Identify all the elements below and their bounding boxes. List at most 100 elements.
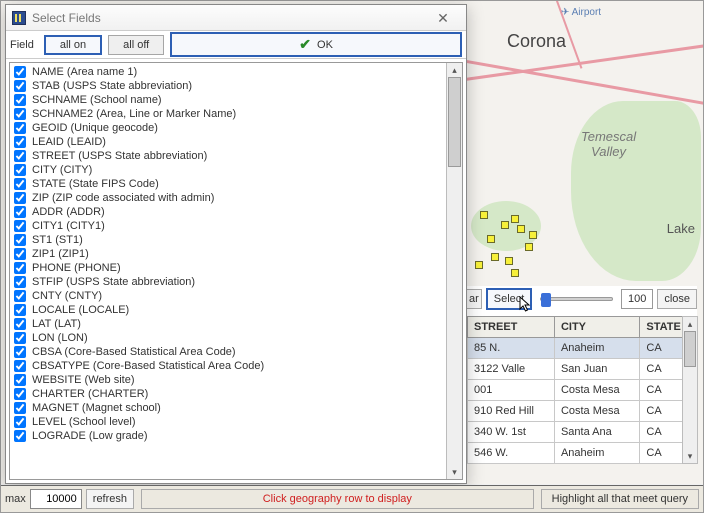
field-checkbox[interactable] <box>14 248 26 260</box>
field-checkbox[interactable] <box>14 346 26 358</box>
table-row[interactable]: 001Costa MesaCA <box>468 380 697 401</box>
table-row[interactable]: 910 Red HillCosta MesaCA <box>468 401 697 422</box>
field-row[interactable]: WEBSITE (Web site) <box>14 373 442 387</box>
scroll-down-icon[interactable]: ▾ <box>683 449 697 463</box>
slider-thumb[interactable] <box>541 293 551 307</box>
field-checkbox[interactable] <box>14 304 26 316</box>
field-checkbox[interactable] <box>14 122 26 134</box>
all-off-button[interactable]: all off <box>108 35 164 55</box>
field-checkbox[interactable] <box>14 374 26 386</box>
field-checkbox[interactable] <box>14 108 26 120</box>
field-list-scrollbar[interactable]: ▴ ▾ <box>446 63 462 479</box>
map-marker[interactable] <box>487 235 495 243</box>
map-marker[interactable] <box>511 215 519 223</box>
ok-button[interactable]: ✔ OK <box>170 32 462 57</box>
field-checkbox[interactable] <box>14 192 26 204</box>
field-row[interactable]: ZIP (ZIP code associated with admin) <box>14 191 442 205</box>
field-row[interactable]: STREET (USPS State abbreviation) <box>14 149 442 163</box>
field-row[interactable]: LEAID (LEAID) <box>14 135 442 149</box>
map-marker[interactable] <box>501 221 509 229</box>
field-row[interactable]: ZIP1 (ZIP1) <box>14 247 442 261</box>
field-row[interactable]: LOCALE (LOCALE) <box>14 303 442 317</box>
field-row[interactable]: CITY (CITY) <box>14 163 442 177</box>
field-row[interactable]: ADDR (ADDR) <box>14 205 442 219</box>
data-panel-controls: ar Select 100 close <box>467 286 697 316</box>
map-marker[interactable] <box>525 243 533 251</box>
map-marker[interactable] <box>511 269 519 277</box>
close-panel-button[interactable]: close <box>657 289 697 309</box>
table-cell: 3122 Valle <box>468 359 555 380</box>
field-row[interactable]: ST1 (ST1) <box>14 233 442 247</box>
scroll-thumb[interactable] <box>448 77 461 167</box>
dialog-titlebar[interactable]: Select Fields ✕ <box>6 5 466 31</box>
field-row[interactable]: MAGNET (Magnet school) <box>14 401 442 415</box>
field-row[interactable]: GEOID (Unique geocode) <box>14 121 442 135</box>
map-marker[interactable] <box>505 257 513 265</box>
all-on-button[interactable]: all on <box>44 35 102 55</box>
map-marker[interactable] <box>517 225 525 233</box>
field-row[interactable]: CBSA (Core-Based Statistical Area Code) <box>14 345 442 359</box>
field-row[interactable]: SCHNAME (School name) <box>14 93 442 107</box>
field-row[interactable]: SCHNAME2 (Area, Line or Marker Name) <box>14 107 442 121</box>
field-checkbox[interactable] <box>14 80 26 92</box>
field-list-inner[interactable]: NAME (Area name 1)STAB (USPS State abbre… <box>10 63 446 479</box>
partial-button[interactable]: ar <box>467 289 482 309</box>
data-table-wrap: STREETCITYSTATE 85 N.AnaheimCA3122 Valle… <box>467 316 697 464</box>
field-row[interactable]: STFIP (USPS State abbreviation) <box>14 275 442 289</box>
column-header[interactable]: CITY <box>554 317 639 338</box>
field-checkbox[interactable] <box>14 220 26 232</box>
field-row[interactable]: LEVEL (School level) <box>14 415 442 429</box>
field-checkbox[interactable] <box>14 66 26 78</box>
field-checkbox[interactable] <box>14 178 26 190</box>
table-row[interactable]: 546 W.AnaheimCA <box>468 443 697 464</box>
count-slider[interactable] <box>540 297 613 301</box>
field-checkbox[interactable] <box>14 150 26 162</box>
table-row[interactable]: 340 W. 1stSanta AnaCA <box>468 422 697 443</box>
field-checkbox[interactable] <box>14 402 26 414</box>
highlight-button[interactable]: Highlight all that meet query <box>541 489 699 509</box>
table-row[interactable]: 3122 ValleSan JuanCA <box>468 359 697 380</box>
map-marker[interactable] <box>491 253 499 261</box>
close-icon[interactable]: ✕ <box>426 8 460 28</box>
refresh-button[interactable]: refresh <box>86 489 134 509</box>
field-checkbox[interactable] <box>14 94 26 106</box>
field-checkbox[interactable] <box>14 136 26 148</box>
field-checkbox[interactable] <box>14 318 26 330</box>
scroll-thumb[interactable] <box>684 331 696 367</box>
field-row[interactable]: CITY1 (CITY1) <box>14 219 442 233</box>
field-checkbox[interactable] <box>14 290 26 302</box>
select-button[interactable]: Select <box>486 288 533 310</box>
field-row[interactable]: CNTY (CNTY) <box>14 289 442 303</box>
field-row[interactable]: LON (LON) <box>14 331 442 345</box>
table-cell: 546 W. <box>468 443 555 464</box>
scroll-up-icon[interactable]: ▴ <box>447 63 462 77</box>
field-checkbox[interactable] <box>14 164 26 176</box>
field-checkbox[interactable] <box>14 360 26 372</box>
table-scrollbar[interactable]: ▴ ▾ <box>682 316 698 464</box>
table-row[interactable]: 85 N.AnaheimCA <box>468 338 697 359</box>
field-row[interactable]: LOGRADE (Low grade) <box>14 429 442 443</box>
max-input[interactable] <box>30 489 82 509</box>
field-row[interactable]: NAME (Area name 1) <box>14 65 442 79</box>
field-label-text: LOCALE (LOCALE) <box>32 304 129 316</box>
field-checkbox[interactable] <box>14 234 26 246</box>
field-checkbox[interactable] <box>14 430 26 442</box>
field-checkbox[interactable] <box>14 262 26 274</box>
field-row[interactable]: CHARTER (CHARTER) <box>14 387 442 401</box>
column-header[interactable]: STREET <box>468 317 555 338</box>
field-row[interactable]: CBSATYPE (Core-Based Statistical Area Co… <box>14 359 442 373</box>
map-marker[interactable] <box>480 211 488 219</box>
map-marker[interactable] <box>475 261 483 269</box>
scroll-down-icon[interactable]: ▾ <box>447 465 462 479</box>
field-checkbox[interactable] <box>14 416 26 428</box>
map-marker[interactable] <box>529 231 537 239</box>
field-checkbox[interactable] <box>14 388 26 400</box>
field-row[interactable]: STAB (USPS State abbreviation) <box>14 79 442 93</box>
field-checkbox[interactable] <box>14 206 26 218</box>
scroll-up-icon[interactable]: ▴ <box>683 317 697 331</box>
field-checkbox[interactable] <box>14 276 26 288</box>
field-checkbox[interactable] <box>14 332 26 344</box>
field-row[interactable]: PHONE (PHONE) <box>14 261 442 275</box>
field-row[interactable]: LAT (LAT) <box>14 317 442 331</box>
field-row[interactable]: STATE (State FIPS Code) <box>14 177 442 191</box>
